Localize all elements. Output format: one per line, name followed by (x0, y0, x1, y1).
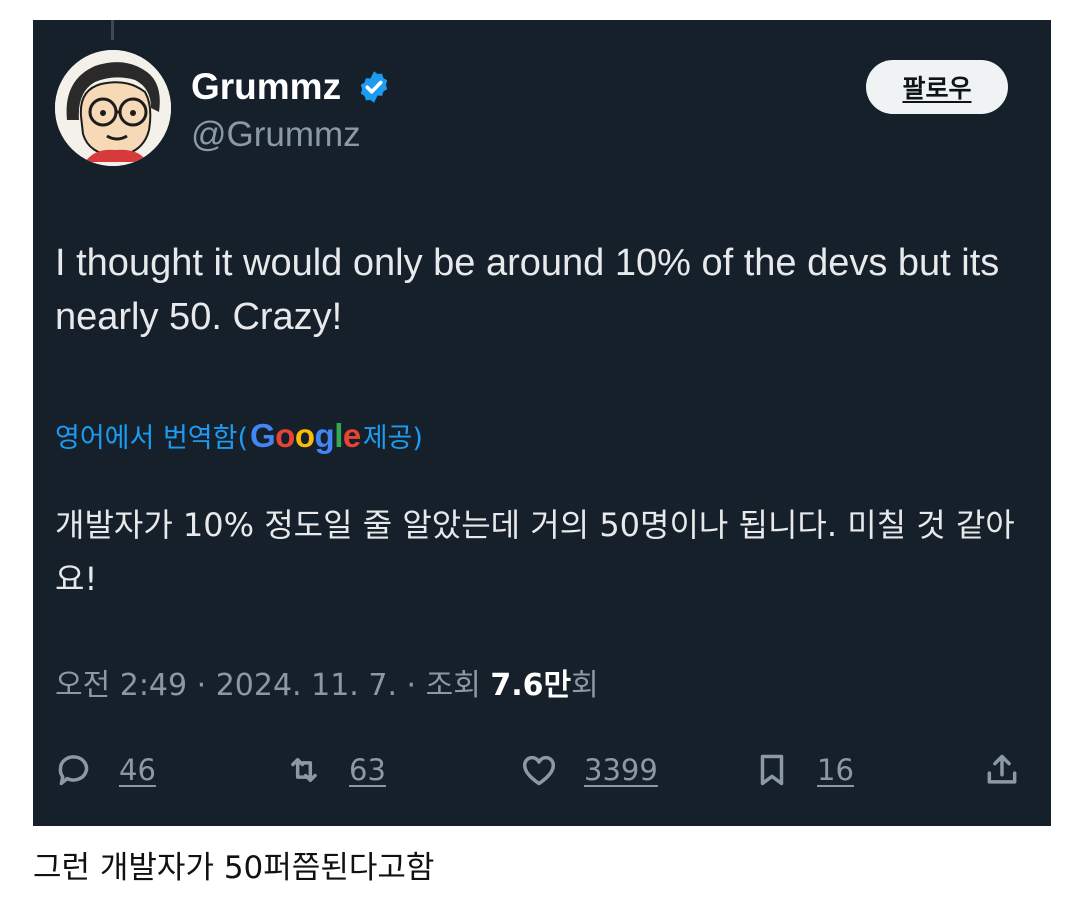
reply-icon (58, 755, 89, 786)
follow-button[interactable]: 팔로우 (866, 60, 1008, 114)
like-icon (523, 755, 555, 786)
like-count[interactable]: 3399 (584, 753, 658, 787)
bookmark-count[interactable]: 16 (817, 753, 854, 787)
tweet-card: Grummz @Grummz 팔로우 I thought it would on… (33, 20, 1051, 826)
post-caption: 그런 개발자가 50퍼쯤된다고함 (33, 850, 435, 886)
like-button[interactable]: 3399 (520, 742, 658, 798)
retweet-button[interactable]: 63 (285, 742, 386, 798)
view-count: 7.6만 (490, 668, 572, 703)
avatar[interactable] (55, 50, 171, 166)
verified-icon (360, 71, 388, 103)
share-button[interactable] (983, 742, 1021, 798)
author-handle[interactable]: @Grummz (191, 115, 361, 155)
retweet-count[interactable]: 63 (349, 753, 386, 787)
thread-line (111, 20, 114, 40)
reply-count[interactable]: 46 (119, 753, 156, 787)
avatar-cartoon-icon (55, 50, 171, 166)
reply-button[interactable]: 46 (55, 742, 156, 798)
tweet-meta: 오전 2:49 · 2024. 11. 7. · 조회 7.6만회 (55, 660, 599, 704)
tweet-text-translated: 개발자가 10% 정도일 줄 알았는데 거의 50명이나 됩니다. 미칠 것 같… (55, 506, 1015, 598)
share-icon (987, 754, 1017, 784)
bookmark-button[interactable]: 16 (753, 742, 854, 798)
translate-suffix: 제공) (362, 423, 423, 454)
tweet-text-original: I thought it would only be around 10% of… (55, 242, 1000, 338)
action-bar: 46 63 3399 16 (33, 742, 1051, 802)
google-logo: Google (250, 416, 361, 454)
translate-prefix: 영어에서 번역함( (55, 423, 248, 454)
author-name[interactable]: Grummz (191, 66, 341, 108)
translation-label[interactable]: 영어에서 번역함( Google 제공) (55, 416, 423, 455)
timestamp[interactable]: 오전 2:49 · 2024. 11. 7. · 조회 (55, 668, 490, 703)
retweet-icon (291, 757, 317, 783)
view-suffix: 회 (571, 668, 599, 703)
bookmark-icon (760, 754, 784, 786)
